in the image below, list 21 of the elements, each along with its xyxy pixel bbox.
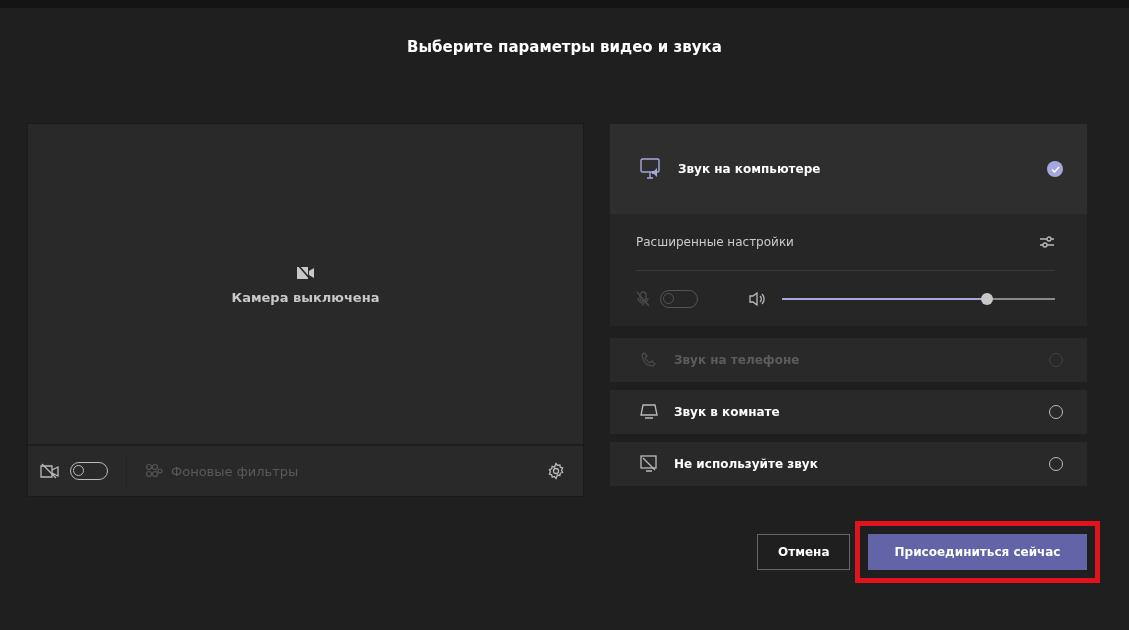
join-button[interactable]: Присоединиться сейчас xyxy=(868,534,1087,570)
speaker-icon xyxy=(748,290,766,307)
dialog-title: Выберите параметры видео и звука xyxy=(406,38,723,58)
phone-icon xyxy=(640,351,658,369)
audio-option[interactable]: Звук в комнате xyxy=(610,390,1087,434)
mic-off-icon xyxy=(636,290,650,307)
camera-status-text: Камера выключена xyxy=(231,289,380,305)
radio-button[interactable] xyxy=(1047,161,1063,177)
camera-off-icon xyxy=(40,463,60,479)
audio-option[interactable]: Не используйте звук xyxy=(610,442,1087,486)
no-audio-icon xyxy=(640,455,658,473)
advanced-settings-label: Расширенные настройки xyxy=(636,235,794,249)
audio-option[interactable]: Звук на компьютере xyxy=(610,124,1087,214)
monitor-speaker-icon xyxy=(640,158,662,180)
room-device-icon xyxy=(640,404,658,420)
filters-icon xyxy=(145,463,163,479)
sliders-icon[interactable] xyxy=(1039,235,1055,249)
check-icon xyxy=(1050,165,1060,173)
cancel-button[interactable]: Отмена xyxy=(757,534,850,570)
settings-icon[interactable] xyxy=(547,462,565,480)
volume-slider[interactable] xyxy=(782,292,1055,305)
